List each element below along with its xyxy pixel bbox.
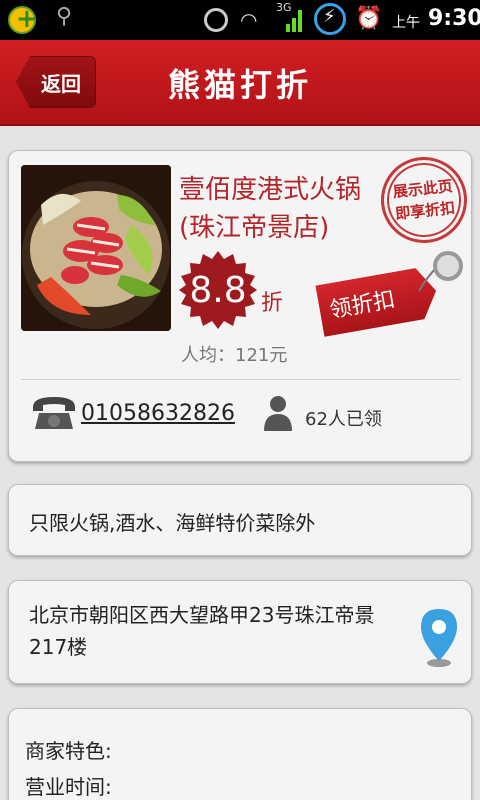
app-notification-icon — [8, 4, 38, 34]
shop-name: 壹佰度港式火锅(珠江帝景店) — [179, 175, 362, 243]
restriction-text: 只限火锅,酒水、海鲜特价菜除外 — [29, 511, 316, 535]
address-card[interactable]: 北京市朝阳区西大望路甲23号珠江帝景217楼 — [8, 580, 472, 684]
claimed-count: 62人已领 — [305, 409, 382, 430]
deal-card: 壹佰度港式火锅(珠江帝景店) 展示此页 即享折扣 8.8 折 人均：121元 领… — [8, 150, 472, 462]
discount-unit: 折 — [261, 291, 284, 316]
stamp-line-2: 即享折扣 — [394, 198, 456, 224]
alarm-icon: ⏰ — [355, 6, 383, 31]
gps-icon — [204, 8, 228, 32]
map-pin-icon[interactable] — [419, 607, 459, 669]
status-ampm: 上午 — [392, 15, 420, 31]
phone-icon — [31, 395, 77, 431]
signal-icon — [286, 6, 302, 32]
features-label: 商家特色: — [25, 739, 112, 763]
battery-charging-icon — [314, 3, 346, 35]
status-bar: ⚲ ◠ 3G ⏰ 上午 9:30 — [0, 0, 480, 40]
discount-badge: 8.8 — [179, 251, 257, 329]
claim-discount-button[interactable]: 领折扣 — [315, 251, 465, 341]
status-time: 9:30 — [428, 6, 480, 31]
food-image — [21, 165, 171, 331]
page-title: 熊猫打折 — [167, 66, 312, 104]
wifi-icon: ◠ — [240, 8, 258, 32]
restriction-card: 只限火锅,酒水、海鲜特价菜除外 — [8, 484, 472, 556]
person-icon — [263, 395, 293, 431]
divider — [21, 379, 461, 380]
shop-info-card: 商家特色: 营业时间: — [8, 708, 472, 800]
discount-stamp: 展示此页 即享折扣 — [376, 152, 472, 248]
usb-icon: ⚲ — [56, 4, 73, 29]
hours-label: 营业时间: — [25, 775, 112, 799]
address-text: 北京市朝阳区西大望路甲23号珠江帝景217楼 — [29, 603, 375, 659]
phone-number-link[interactable]: 01058632826 — [81, 401, 235, 426]
avg-price: 人均：121元 — [181, 345, 288, 366]
tag-ring-icon — [433, 251, 463, 281]
title-bar: 返回 熊猫打折 — [0, 40, 480, 126]
discount-value: 8.8 — [189, 269, 247, 311]
